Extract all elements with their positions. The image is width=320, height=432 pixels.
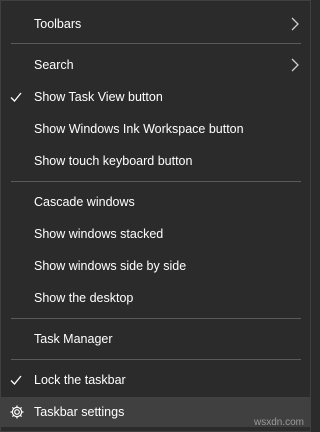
- menu-item-lock-taskbar[interactable]: Lock the taskbar: [1, 365, 310, 395]
- chevron-right-icon: [291, 17, 299, 31]
- checkmark-icon: [10, 92, 22, 102]
- menu-item-label: Show windows side by side: [34, 259, 187, 273]
- gear-icon: [10, 405, 24, 419]
- menu-separator: [11, 181, 301, 182]
- menu-item-cascade-windows[interactable]: Cascade windows: [1, 187, 310, 217]
- menu-item-show-side-by-side[interactable]: Show windows side by side: [1, 251, 310, 281]
- menu-item-label: Show the desktop: [34, 291, 134, 305]
- chevron-right-icon: [291, 58, 299, 72]
- menu-item-label: Search: [34, 58, 74, 72]
- menu-separator: [11, 359, 301, 360]
- menu-item-label: Lock the taskbar: [34, 373, 126, 387]
- watermark: wsxdn.com: [253, 417, 304, 428]
- menu-item-task-manager[interactable]: Task Manager: [1, 324, 310, 354]
- menu-item-show-desktop[interactable]: Show the desktop: [1, 283, 310, 313]
- menu-separator: [11, 43, 301, 44]
- menu-item-search[interactable]: Search: [1, 50, 310, 80]
- taskbar-context-menu: Toolbars Search Show Task View button Sh…: [0, 0, 311, 432]
- menu-item-label: Taskbar settings: [34, 405, 125, 419]
- menu-item-show-task-view[interactable]: Show Task View button: [1, 82, 310, 112]
- menu-item-label: Show windows stacked: [34, 227, 164, 241]
- menu-item-label: Show Task View button: [34, 90, 163, 104]
- menu-item-label: Show Windows Ink Workspace button: [34, 122, 244, 136]
- menu-item-label: Toolbars: [34, 17, 82, 31]
- menu-item-show-touch-keyboard[interactable]: Show touch keyboard button: [1, 146, 310, 176]
- checkmark-icon: [10, 375, 22, 385]
- menu-separator: [11, 318, 301, 319]
- menu-item-show-ink-workspace[interactable]: Show Windows Ink Workspace button: [1, 114, 310, 144]
- menu-item-show-windows-stacked[interactable]: Show windows stacked: [1, 219, 310, 249]
- menu-item-label: Show touch keyboard button: [34, 154, 193, 168]
- menu-item-toolbars[interactable]: Toolbars: [1, 9, 310, 39]
- menu-item-label: Task Manager: [34, 332, 113, 346]
- menu-item-label: Cascade windows: [34, 195, 135, 209]
